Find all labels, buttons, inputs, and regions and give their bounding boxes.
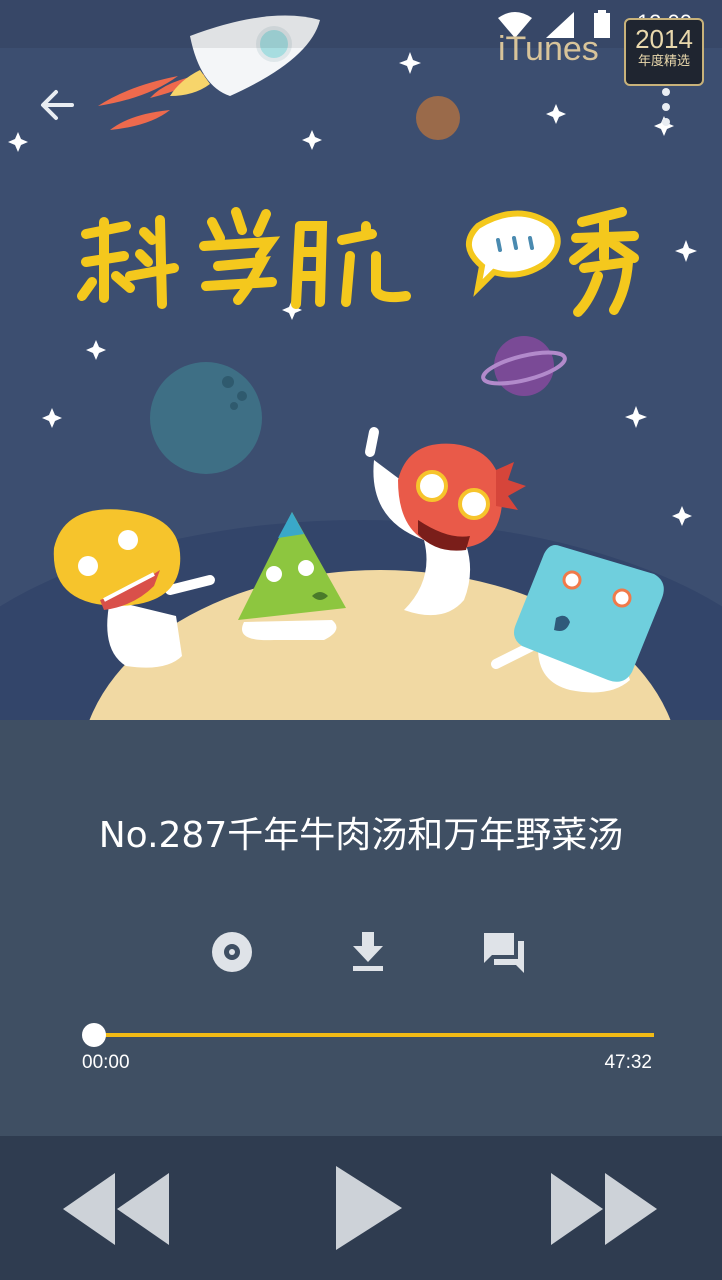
download-icon — [353, 932, 383, 971]
more-options-button[interactable] — [646, 82, 686, 132]
disc-icon — [212, 932, 252, 972]
arrow-back-icon — [41, 90, 74, 120]
rewind-icon — [63, 1173, 169, 1245]
more-vert-icon — [662, 88, 670, 126]
rewind-button[interactable] — [56, 1166, 176, 1252]
episode-title: No.287千年牛肉汤和万年野菜汤 — [98, 815, 624, 856]
blue-planet — [150, 362, 262, 474]
year-label: 2014 — [635, 24, 693, 54]
brown-planet — [416, 96, 460, 140]
speech-bubble — [466, 210, 561, 297]
show-logo — [77, 207, 411, 309]
year-subtitle: 年度精选 — [637, 54, 690, 69]
fast-forward-button[interactable] — [544, 1166, 664, 1252]
elapsed-time: 00:00 — [82, 1052, 130, 1073]
cover-artwork — [0, 0, 722, 720]
itunes-badge: iTunes 2014 年度精选 — [498, 18, 706, 86]
play-button[interactable] — [326, 1162, 412, 1254]
purple-planet — [481, 336, 567, 396]
playback-controls — [0, 1136, 722, 1280]
disc-button[interactable] — [204, 924, 260, 980]
play-icon — [336, 1166, 402, 1250]
cover-illustration — [0, 15, 722, 720]
year-badge: 2014 年度精选 — [624, 18, 704, 86]
comments-icon — [484, 933, 524, 973]
download-button[interactable] — [340, 924, 396, 980]
comments-button[interactable] — [476, 924, 532, 980]
itunes-label: iTunes — [498, 30, 599, 68]
seek-thumb[interactable] — [82, 1023, 106, 1047]
seek-bar[interactable] — [94, 1033, 654, 1037]
total-duration: 47:32 — [604, 1052, 652, 1073]
fast-forward-icon — [551, 1173, 657, 1245]
back-button[interactable] — [32, 80, 82, 130]
show-logo-last — [569, 207, 639, 317]
